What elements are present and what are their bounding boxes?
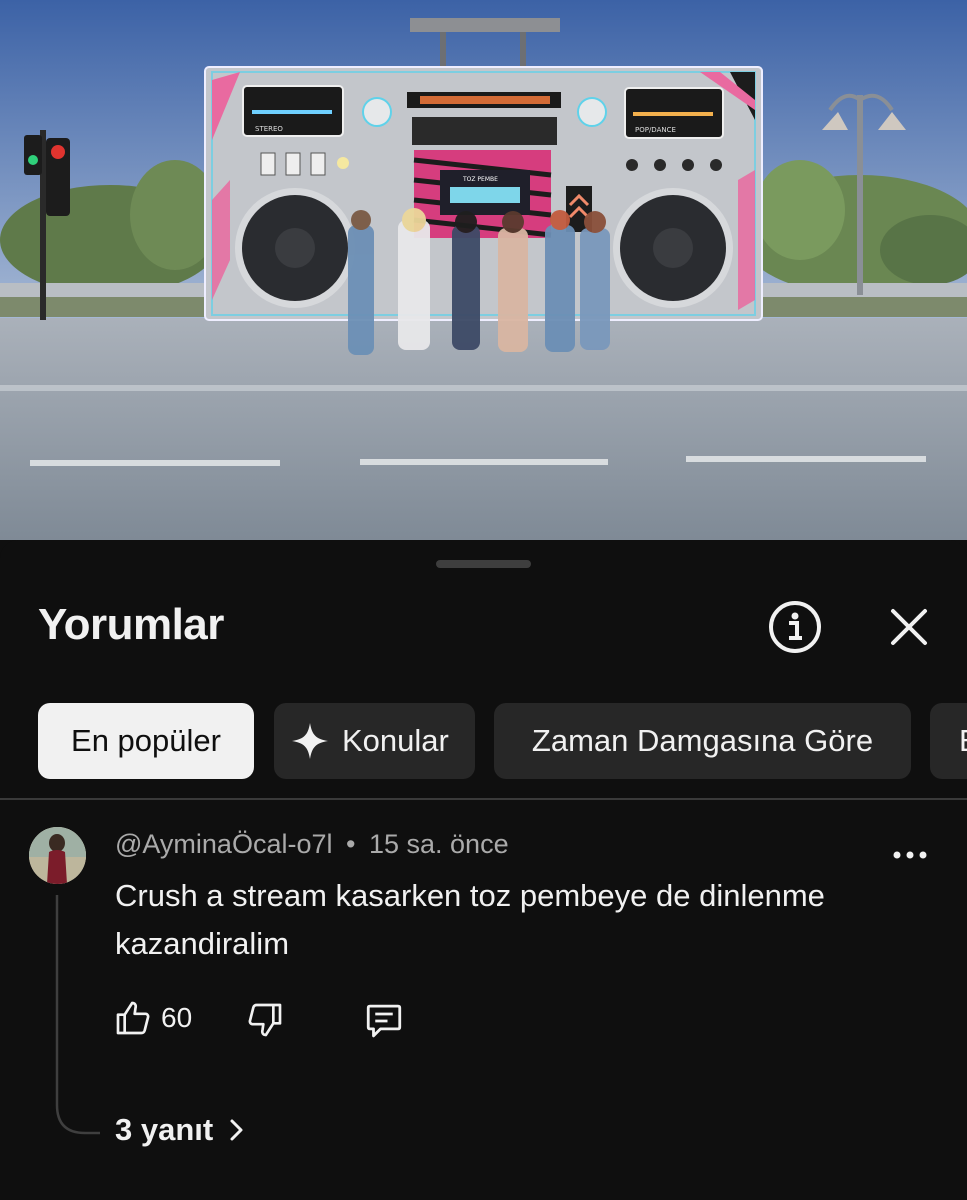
chip-more-label: E xyxy=(959,723,967,759)
thread-line xyxy=(55,895,100,1135)
thumbs-up-icon xyxy=(116,1001,150,1035)
chip-timestamp[interactable]: Zaman Damgasına Göre xyxy=(494,703,911,779)
replies-label: 3 yanıt xyxy=(115,1112,214,1147)
sparkle-icon xyxy=(292,723,328,759)
comment-meta: @AyminaÖcal-o7l • 15 sa. önce xyxy=(115,829,509,860)
comment-icon xyxy=(366,1004,402,1038)
video-frame-image: STEREO POP/DANCE TOZ PEMBE xyxy=(0,0,967,540)
close-button[interactable] xyxy=(882,600,936,654)
chevron-right-icon xyxy=(230,1119,243,1141)
chip-topics[interactable]: Konular xyxy=(274,703,475,779)
screen-label: TOZ PEMBE xyxy=(462,176,498,183)
sort-chips: En popüler Konular Zaman Damgasına Göre … xyxy=(38,703,967,780)
drag-handle[interactable] xyxy=(436,560,531,568)
close-icon xyxy=(891,609,927,645)
video-player[interactable]: STEREO POP/DANCE TOZ PEMBE xyxy=(0,0,967,540)
chip-popular[interactable]: En popüler xyxy=(38,703,254,779)
replies-button[interactable]: 3 yanıt xyxy=(115,1112,251,1148)
dislike-button[interactable] xyxy=(245,1000,285,1045)
popdance-label: POP/DANCE xyxy=(635,126,676,134)
chip-topics-label: Konular xyxy=(342,723,449,758)
comments-panel: Yorumlar En popüler Konular Zaman Damgas… xyxy=(0,540,967,1200)
thumbs-down-icon xyxy=(248,1003,282,1037)
comment-time: 15 sa. önce xyxy=(368,829,509,859)
divider xyxy=(0,798,967,800)
chip-popular-label: En popüler xyxy=(71,723,221,758)
info-icon xyxy=(769,601,821,653)
more-vert-icon xyxy=(893,851,927,859)
chip-timestamp-label: Zaman Damgasına Göre xyxy=(531,723,874,758)
avatar-image xyxy=(29,827,86,884)
info-button[interactable] xyxy=(768,600,822,654)
chip-more[interactable]: E xyxy=(930,703,967,779)
like-button[interactable]: 60 xyxy=(113,998,192,1038)
comment-text: Crush a stream kasarken toz pembeye de d… xyxy=(115,878,825,961)
avatar[interactable] xyxy=(29,827,86,884)
reply-button[interactable] xyxy=(363,1000,405,1047)
panel-title: Yorumlar xyxy=(38,600,224,649)
meta-separator: • xyxy=(346,829,356,859)
comment-more-button[interactable] xyxy=(888,840,932,870)
like-count: 60 xyxy=(161,1002,193,1033)
stereo-label: STEREO xyxy=(255,125,283,133)
comment-actions: 60 xyxy=(113,998,433,1042)
comment-author[interactable]: @AyminaÖcal-o7l xyxy=(115,829,333,859)
